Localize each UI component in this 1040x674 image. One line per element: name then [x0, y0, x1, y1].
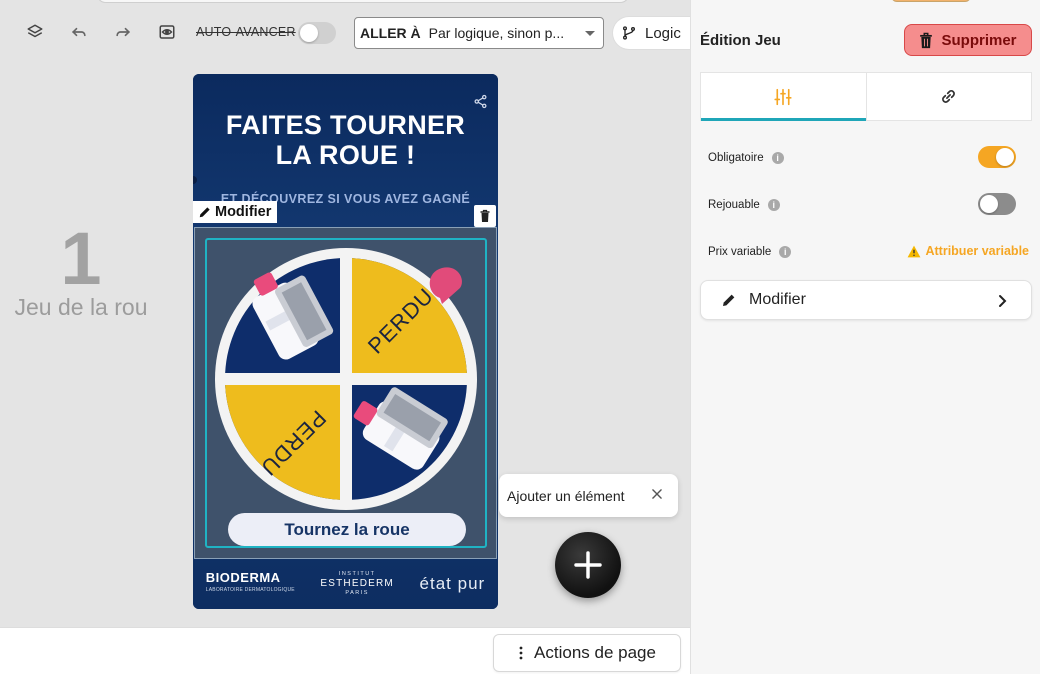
logo-bioderma-text: BIODERMA [205, 570, 281, 585]
tab-links[interactable] [865, 73, 1032, 120]
info-icon[interactable]: i [779, 246, 792, 258]
field-replayable-label: Rejouable [708, 199, 760, 211]
logo-esthederm-top: INSTITUT [338, 571, 376, 577]
tab-settings[interactable] [701, 73, 866, 121]
chevron-down-icon [585, 30, 595, 36]
logic-button-label: Logic [645, 24, 681, 42]
field-required: Obligatoire i [708, 146, 1018, 170]
chevron-right-icon [999, 295, 1007, 307]
page-actions-button[interactable]: Actions de page [493, 634, 681, 672]
redo-icon[interactable] [111, 20, 135, 44]
plus-icon [574, 551, 602, 579]
settings-sliders-icon [774, 88, 792, 105]
page-number: 1 [60, 217, 102, 300]
logo-esthederm-bottom: PARIS [345, 590, 369, 596]
toggle-knob [980, 195, 998, 213]
assign-variable-label: Attribuer variable [925, 244, 1029, 258]
undo-icon[interactable] [67, 20, 91, 44]
add-element-label: Ajouter un élément [507, 487, 625, 504]
trash-icon [920, 32, 933, 48]
page-name: Jeu de la rou [14, 294, 148, 320]
logo-esthederm: INSTITUT ESTHEDERM PARIS [320, 571, 394, 597]
logo-etat-pur: état pur [419, 574, 486, 593]
brand-logos: BIODERMA LABORATOIRE DERMATOLOGIQUE INST… [193, 559, 498, 609]
layers-icon[interactable] [23, 20, 47, 44]
info-icon[interactable]: i [767, 199, 780, 211]
logo-bioderma: BIODERMA LABORATOIRE DERMATOLOGIQUE [205, 570, 295, 596]
required-toggle[interactable] [978, 146, 1016, 168]
field-replayable: Rejouable i [708, 193, 1018, 217]
field-required-label: Obligatoire [708, 152, 764, 164]
modify-game-button[interactable]: Modifier [700, 280, 1032, 320]
link-icon [942, 90, 956, 103]
game-frame: PERDU PERDU Tournez la roue [205, 238, 487, 548]
logo-esthederm-text: ESTHEDERM [320, 578, 394, 589]
toggle-knob [996, 148, 1014, 166]
goto-label: ALLER À [360, 25, 421, 41]
field-variable-prize-label: Prix variable [708, 246, 772, 258]
auto-advance-label: AUTO-AVANCER [196, 25, 296, 39]
trash-icon[interactable] [474, 205, 496, 227]
preview-headline: FAITES TOURNER LA ROUE ! [193, 110, 498, 170]
bottom-bar: Actions de page [0, 627, 690, 674]
panel-title: Édition Jeu [700, 32, 781, 49]
assign-variable-link[interactable]: Attribuer variable [907, 244, 1029, 258]
spin-wheel-button[interactable]: Tournez la roue [228, 513, 466, 546]
preview-eye-icon[interactable] [155, 20, 179, 44]
delete-button[interactable]: Supprimer [904, 24, 1032, 56]
page-preview[interactable]: FAITES TOURNER LA ROUE ! ET DÉCOUVREZ SI… [193, 74, 498, 609]
replayable-toggle[interactable] [978, 193, 1016, 215]
goto-select[interactable]: ALLER À Par logique, sinon p... [354, 17, 604, 49]
modify-game-label: Modifier [749, 291, 806, 308]
branch-icon [623, 26, 635, 40]
close-icon[interactable] [650, 487, 664, 504]
modify-element-tag[interactable]: Modifier [193, 201, 278, 223]
more-vertical-icon [519, 646, 523, 660]
info-icon[interactable]: i [771, 152, 784, 164]
headline-line-2: LA ROUE ! [275, 140, 416, 170]
toggle-knob [300, 24, 318, 42]
editor-toolbar: AUTO-AVANCER ALLER À Par logique, sinon … [0, 14, 690, 52]
add-element-popover[interactable]: Ajouter un élément [499, 474, 678, 517]
edit-panel: Édition Jeu Supprimer Obligatoire i Rejo… [690, 0, 1040, 674]
delete-button-label: Supprimer [941, 31, 1017, 49]
goto-value: Par logique, sinon p... [428, 25, 565, 41]
wheel-game-element[interactable]: PERDU PERDU Tournez la roue [194, 227, 497, 559]
page-actions-label: Actions de page [534, 643, 656, 662]
add-element-button[interactable] [555, 532, 621, 598]
panel-tabs [700, 72, 1032, 121]
headline-line-1: FAITES TOURNER [225, 110, 466, 140]
logic-button[interactable]: Logic [612, 16, 690, 50]
auto-advance-toggle[interactable] [298, 22, 336, 44]
warning-icon [908, 245, 921, 257]
prize-wheel: PERDU PERDU [215, 248, 477, 510]
top-edge [0, 0, 690, 6]
logo-bioderma-sub: LABORATOIRE DERMATOLOGIQUE [205, 587, 295, 593]
top-frame-fragment [96, 0, 630, 3]
pencil-icon [723, 294, 735, 306]
modify-tag-label: Modifier [215, 204, 272, 220]
pencil-icon [199, 207, 210, 218]
top-frame-fragment [891, 0, 971, 2]
